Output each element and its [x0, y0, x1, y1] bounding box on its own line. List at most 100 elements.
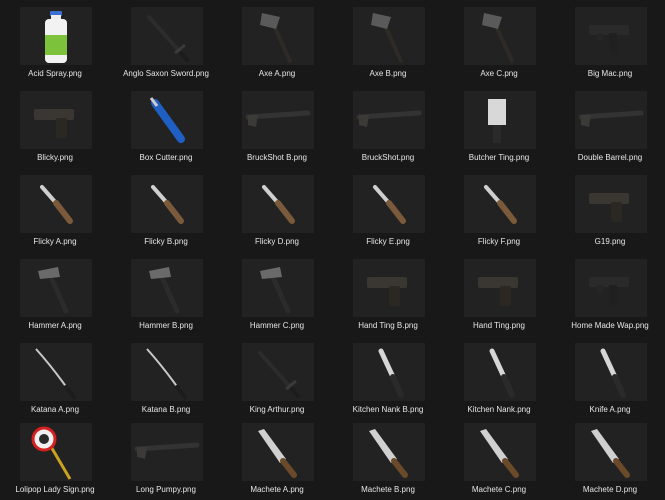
- file-thumbnail: [20, 91, 92, 149]
- file-name-label: Machete B.png: [361, 485, 415, 494]
- file-name-label: Home Made Wap.png: [571, 321, 649, 330]
- file-tile[interactable]: Machete D.png: [555, 418, 665, 500]
- file-tile[interactable]: Flicky D.png: [222, 170, 332, 252]
- file-tile[interactable]: Kitchen Nank B.png: [333, 338, 443, 420]
- file-thumbnail: [464, 259, 536, 317]
- file-tile[interactable]: Lolipop Lady Sign.png: [0, 418, 110, 500]
- file-tile[interactable]: Axe B.png: [333, 2, 443, 84]
- file-thumbnail: [464, 91, 536, 149]
- file-name-label: Flicky D.png: [254, 237, 299, 246]
- file-tile[interactable]: Kitchen Nank.png: [444, 338, 554, 420]
- file-name-label: Hammer B.png: [139, 321, 193, 330]
- file-name-label: Machete A.png: [250, 485, 304, 494]
- file-tile[interactable]: Flicky E.png: [333, 170, 443, 252]
- file-name-label: Anglo Saxon Sword.png: [123, 69, 209, 78]
- file-thumbnail: [353, 7, 425, 65]
- file-tile[interactable]: Flicky F.png: [444, 170, 554, 252]
- file-thumbnail: [353, 259, 425, 317]
- file-name-label: BruckShot.png: [361, 153, 415, 162]
- file-name-label: Box Cutter.png: [139, 153, 193, 162]
- file-tile[interactable]: Big Mac.png: [555, 2, 665, 84]
- file-tile[interactable]: Katana B.png: [111, 338, 221, 420]
- file-tile[interactable]: Machete B.png: [333, 418, 443, 500]
- file-name-label: Hand Ting.png: [472, 321, 526, 330]
- file-tile[interactable]: BruckShot.png: [333, 86, 443, 168]
- file-thumbnail: [464, 7, 536, 65]
- file-thumbnail: [20, 175, 92, 233]
- file-name-label: BruckShot B.png: [246, 153, 308, 162]
- file-name-label: Big Mac.png: [587, 69, 633, 78]
- file-name-label: Blicky.png: [37, 153, 73, 162]
- file-tile[interactable]: Double Barrel.png: [555, 86, 665, 168]
- file-thumbnail: [242, 7, 314, 65]
- file-thumbnail: [353, 175, 425, 233]
- file-name-label: Hammer A.png: [28, 321, 82, 330]
- file-name-label: G19.png: [594, 237, 626, 246]
- file-name-label: Flicky B.png: [144, 237, 188, 246]
- file-name-label: Axe A.png: [258, 69, 296, 78]
- file-tile[interactable]: G19.png: [555, 170, 665, 252]
- file-thumbnail: [20, 423, 92, 481]
- file-thumbnail: [131, 175, 203, 233]
- file-thumbnail: [575, 91, 647, 149]
- file-tile[interactable]: Blicky.png: [0, 86, 110, 168]
- file-thumbnail: [575, 7, 647, 65]
- file-tile[interactable]: Acid Spray.png: [0, 2, 110, 84]
- file-name-label: King Arthur.png: [249, 405, 305, 414]
- file-thumbnail: [242, 259, 314, 317]
- file-thumbnail: [464, 175, 536, 233]
- file-thumbnail: [20, 7, 92, 65]
- file-thumbnail: [131, 343, 203, 401]
- file-thumbnail: [131, 7, 203, 65]
- file-tile[interactable]: Knife A.png: [555, 338, 665, 420]
- file-name-label: Flicky E.png: [366, 237, 410, 246]
- file-thumbnail: [131, 423, 203, 481]
- file-name-label: Axe C.png: [480, 69, 518, 78]
- file-tile[interactable]: Butcher Ting.png: [444, 86, 554, 168]
- file-tile[interactable]: Anglo Saxon Sword.png: [111, 2, 221, 84]
- file-tile[interactable]: Flicky B.png: [111, 170, 221, 252]
- file-thumbnail: [353, 343, 425, 401]
- file-name-label: Acid Spray.png: [28, 69, 82, 78]
- file-name-label: Kitchen Nank B.png: [352, 405, 424, 414]
- file-tile[interactable]: Machete A.png: [222, 418, 332, 500]
- file-name-label: Long Pumpy.png: [136, 485, 196, 494]
- file-tile[interactable]: BruckShot B.png: [222, 86, 332, 168]
- file-name-label: Machete D.png: [582, 485, 638, 494]
- file-tile[interactable]: Box Cutter.png: [111, 86, 221, 168]
- file-tile[interactable]: Long Pumpy.png: [111, 418, 221, 500]
- file-thumbnail: [575, 423, 647, 481]
- file-name-label: Knife A.png: [589, 405, 631, 414]
- file-thumbnail: [20, 259, 92, 317]
- file-tile[interactable]: Home Made Wap.png: [555, 254, 665, 336]
- file-thumbnail: [242, 343, 314, 401]
- file-name-label: Flicky F.png: [477, 237, 521, 246]
- file-thumbnail: [20, 343, 92, 401]
- file-thumbnail: [131, 259, 203, 317]
- file-name-label: Flicky A.png: [33, 237, 77, 246]
- file-thumbnail: [131, 91, 203, 149]
- file-tile[interactable]: Hand Ting B.png: [333, 254, 443, 336]
- file-tile[interactable]: Axe C.png: [444, 2, 554, 84]
- file-thumbnail: [242, 423, 314, 481]
- file-tile[interactable]: Axe A.png: [222, 2, 332, 84]
- file-tile[interactable]: Katana A.png: [0, 338, 110, 420]
- file-name-label: Kitchen Nank.png: [467, 405, 531, 414]
- file-thumbnail: [242, 91, 314, 149]
- file-thumbnail: [353, 423, 425, 481]
- file-name-label: Axe B.png: [369, 69, 407, 78]
- file-tile[interactable]: Hammer C.png: [222, 254, 332, 336]
- file-tile[interactable]: King Arthur.png: [222, 338, 332, 420]
- file-tile[interactable]: Flicky A.png: [0, 170, 110, 252]
- file-name-label: Hand Ting B.png: [358, 321, 418, 330]
- file-name-label: Machete C.png: [471, 485, 527, 494]
- file-thumbnail: [575, 343, 647, 401]
- file-name-label: Double Barrel.png: [577, 153, 643, 162]
- file-tile[interactable]: Machete C.png: [444, 418, 554, 500]
- file-tile[interactable]: Hammer A.png: [0, 254, 110, 336]
- file-tile[interactable]: Hammer B.png: [111, 254, 221, 336]
- file-name-label: Butcher Ting.png: [468, 153, 530, 162]
- file-tile[interactable]: Hand Ting.png: [444, 254, 554, 336]
- file-thumbnail: [353, 91, 425, 149]
- file-thumbnail: [575, 175, 647, 233]
